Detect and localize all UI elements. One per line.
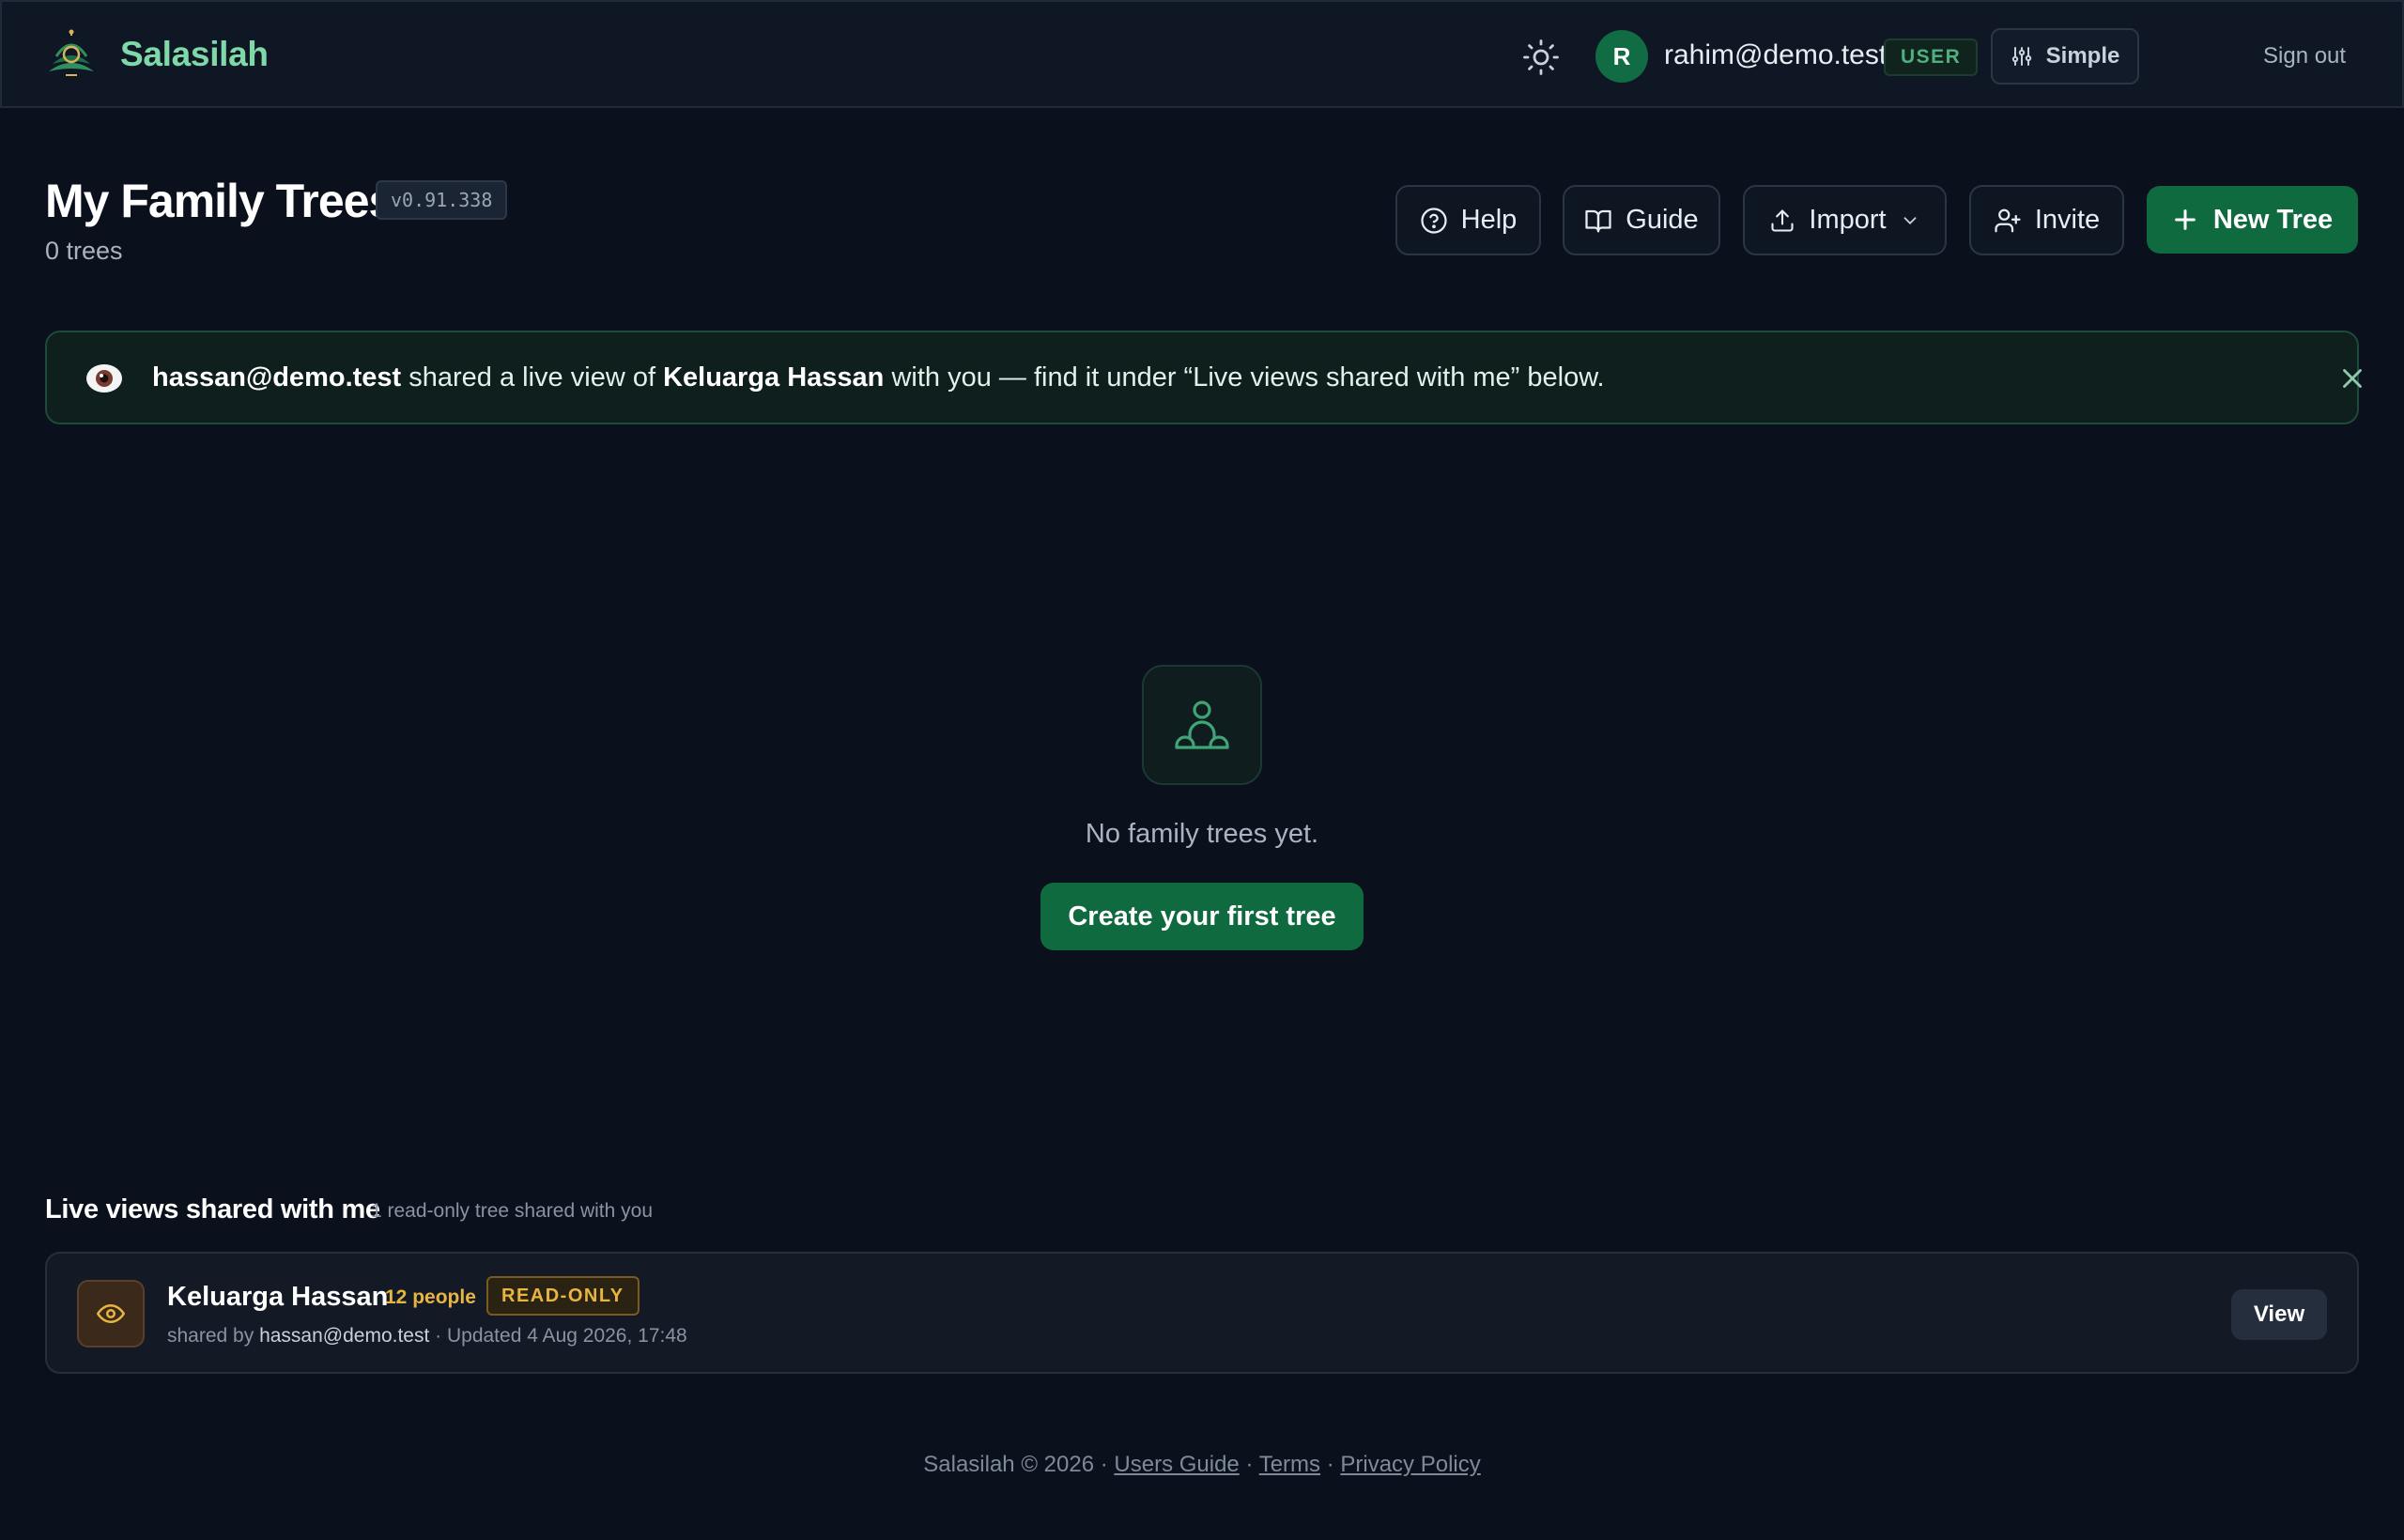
- view-shared-tree-button[interactable]: View: [2231, 1289, 2327, 1340]
- version-badge: v0.91.338: [376, 180, 508, 220]
- notice-tree-name: Keluarga Hassan: [663, 362, 885, 393]
- notice-sharer: hassan@demo.test: [152, 362, 402, 393]
- eye-icon: [97, 1304, 125, 1323]
- sliders-icon: [2011, 47, 2031, 66]
- shared-tree-card[interactable]: Keluarga Hassan 12 people READ-ONLY shar…: [45, 1252, 2359, 1374]
- sun-icon: [1523, 39, 1559, 75]
- page-title: My Family Trees: [45, 175, 394, 227]
- read-only-badge: READ-ONLY: [486, 1276, 640, 1316]
- invite-button[interactable]: Invite: [1969, 185, 2124, 255]
- create-first-tree-button[interactable]: Create your first tree: [1040, 883, 1364, 950]
- help-circle-icon: [1421, 207, 1447, 234]
- shared-tree-icon: [77, 1280, 145, 1348]
- invite-label: Invite: [2034, 205, 2101, 235]
- brand[interactable]: Salasilah: [43, 26, 269, 83]
- avatar-initial: R: [1612, 41, 1631, 70]
- notice-message: hassan@demo.test shared a live view of K…: [152, 362, 1605, 393]
- footer-separator: ·: [1239, 1452, 1259, 1477]
- mode-label: Simple: [2045, 43, 2120, 69]
- users-guide-link[interactable]: Users Guide: [1114, 1452, 1239, 1477]
- help-label: Help: [1460, 205, 1518, 235]
- footer-copyright: Salasilah © 2026: [923, 1452, 1095, 1477]
- shared-tree-updated: · Updated 4 Aug 2026, 17:48: [429, 1325, 687, 1347]
- chevron-down-icon: [1903, 216, 1917, 224]
- footer: Salasilah © 2026 · Users Guide · Terms ·…: [0, 1452, 2404, 1478]
- new-tree-label: New Tree: [2212, 204, 2334, 235]
- plus-icon: [2174, 209, 2196, 230]
- import-dropdown-button[interactable]: Import: [1743, 185, 1947, 255]
- book-open-icon: [1585, 209, 1611, 232]
- share-notice-banner: hassan@demo.test shared a live view of K…: [45, 331, 2362, 424]
- empty-state-message: No family trees yet.: [1085, 819, 1319, 849]
- avatar[interactable]: R: [1595, 30, 1648, 83]
- shared-tree-meta: shared by hassan@demo.test · Updated 4 A…: [167, 1325, 687, 1348]
- shared-tree-name: Keluarga Hassan: [167, 1282, 389, 1312]
- footer-separator: ·: [1320, 1452, 1341, 1477]
- guide-label: Guide: [1626, 205, 1699, 235]
- eye-icon: [86, 364, 122, 393]
- new-tree-button[interactable]: New Tree: [2147, 186, 2358, 254]
- user-plus-icon: [1995, 208, 2021, 232]
- shared-tree-people-count: 12 people: [385, 1286, 476, 1308]
- notice-text-1: shared a live view of: [401, 362, 664, 393]
- sign-out-link[interactable]: Sign out: [2263, 43, 2346, 69]
- theme-toggle-button[interactable]: [1521, 38, 1561, 77]
- footer-separator: ·: [1094, 1452, 1115, 1477]
- role-badge: USER: [1884, 38, 1979, 76]
- privacy-policy-link[interactable]: Privacy Policy: [1340, 1452, 1480, 1477]
- guide-button[interactable]: Guide: [1563, 185, 1720, 255]
- terms-link[interactable]: Terms: [1259, 1452, 1320, 1477]
- mode-toggle-button[interactable]: Simple: [1991, 28, 2139, 85]
- shared-section-subtitle: 1 read-only tree shared with you: [371, 1200, 653, 1222]
- import-label: Import: [1809, 205, 1887, 235]
- brand-logo-icon: [49, 29, 94, 76]
- brand-name: Salasilah: [120, 35, 269, 73]
- shared-section-title: Live views shared with me: [45, 1194, 380, 1224]
- dismiss-notice-button[interactable]: [2336, 362, 2368, 394]
- help-button[interactable]: Help: [1395, 185, 1541, 255]
- upload-icon: [1771, 208, 1794, 232]
- notice-text-2: with you — find it under “Live views sha…: [884, 362, 1605, 393]
- empty-state-icon-box: [1142, 665, 1262, 785]
- people-icon: [1175, 701, 1229, 749]
- top-bar: Salasilah R rahim@demo.test USER Simple …: [0, 0, 2404, 108]
- close-icon: [2343, 369, 2362, 388]
- user-email: rahim@demo.test: [1664, 39, 1888, 70]
- shared-by-prefix: shared by: [167, 1325, 260, 1347]
- tree-count: 0 trees: [45, 237, 123, 265]
- shared-by-email: hassan@demo.test: [259, 1325, 430, 1347]
